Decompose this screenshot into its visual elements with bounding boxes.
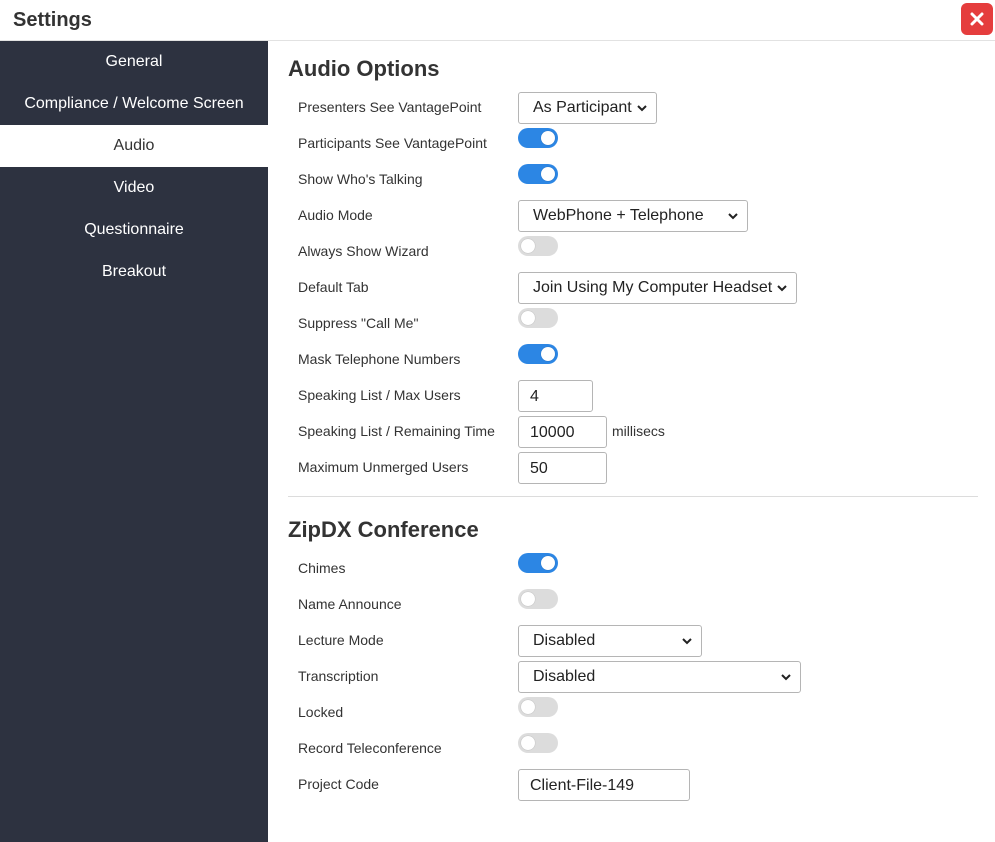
- field-label: Speaking List / Remaining Time: [298, 423, 495, 439]
- row-mask-telephone-numbers: Mask Telephone Numbers: [298, 344, 988, 376]
- row-speaking-list-max-users: Speaking List / Max Users 4: [298, 380, 988, 412]
- input-value: 4: [530, 388, 539, 405]
- field-label: Maximum Unmerged Users: [298, 459, 469, 475]
- sidebar-item-breakout[interactable]: Breakout: [0, 251, 268, 293]
- field-label: Chimes: [298, 560, 346, 576]
- speaking-list-max-users-input[interactable]: 4: [518, 380, 593, 412]
- sidebar-item-audio[interactable]: Audio: [0, 125, 268, 167]
- row-name-announce: Name Announce: [298, 589, 988, 621]
- maximum-unmerged-users-input[interactable]: 50: [518, 452, 607, 484]
- close-button[interactable]: [961, 3, 993, 35]
- locked-toggle[interactable]: [518, 697, 558, 717]
- row-record-teleconference: Record Teleconference: [298, 733, 988, 765]
- toggle-knob: [541, 167, 555, 181]
- show-whos-talking-toggle[interactable]: [518, 164, 558, 184]
- transcription-select[interactable]: Disabled: [518, 661, 801, 693]
- chimes-toggle[interactable]: [518, 553, 558, 573]
- input-value: 50: [530, 460, 548, 477]
- select-value: As Participant: [533, 99, 632, 116]
- project-code-input[interactable]: Client-File-149: [518, 769, 690, 801]
- row-lecture-mode: Lecture Mode Disabled: [298, 625, 988, 657]
- toggle-knob: [541, 556, 555, 570]
- field-label: Participants See VantagePoint: [298, 135, 487, 151]
- toggle-knob: [541, 347, 555, 361]
- row-presenters-see-vantagepoint: Presenters See VantagePoint As Participa…: [298, 92, 988, 124]
- suppress-call-me-toggle[interactable]: [518, 308, 558, 328]
- toggle-knob: [521, 592, 535, 606]
- toggle-knob: [521, 736, 535, 750]
- toggle-knob: [521, 239, 535, 253]
- speaking-list-remaining-time-input[interactable]: 10000: [518, 416, 607, 448]
- chevron-down-icon: [777, 285, 787, 292]
- row-speaking-list-remaining-time: Speaking List / Remaining Time 10000 mil…: [298, 416, 988, 448]
- record-teleconference-toggle[interactable]: [518, 733, 558, 753]
- toggle-knob: [521, 311, 535, 325]
- mask-telephone-numbers-toggle[interactable]: [518, 344, 558, 364]
- input-value: 10000: [530, 424, 575, 441]
- title-bar: Settings: [0, 0, 995, 41]
- field-label: Lecture Mode: [298, 632, 384, 648]
- sidebar-item-compliance[interactable]: Compliance / Welcome Screen: [0, 83, 268, 125]
- row-participants-see-vantagepoint: Participants See VantagePoint: [298, 128, 988, 160]
- toggle-knob: [521, 700, 535, 714]
- chevron-down-icon: [682, 638, 692, 645]
- sidebar-item-questionnaire[interactable]: Questionnaire: [0, 209, 268, 251]
- row-chimes: Chimes: [298, 553, 988, 585]
- toggle-knob: [541, 131, 555, 145]
- field-label: Transcription: [298, 668, 379, 684]
- chevron-down-icon: [728, 213, 738, 220]
- chevron-down-icon: [637, 105, 647, 112]
- always-show-wizard-toggle[interactable]: [518, 236, 558, 256]
- settings-panel: Audio Options Presenters See VantagePoin…: [268, 41, 995, 842]
- field-label: Audio Mode: [298, 207, 373, 223]
- section-title-zipdx-conference: ZipDX Conference: [288, 517, 479, 542]
- field-label: Show Who's Talking: [298, 171, 423, 187]
- row-project-code: Project Code Client-File-149: [298, 769, 988, 801]
- field-label: Mask Telephone Numbers: [298, 351, 461, 367]
- field-label: Speaking List / Max Users: [298, 387, 461, 403]
- field-label: Project Code: [298, 776, 379, 792]
- select-value: WebPhone + Telephone: [533, 207, 704, 224]
- audio-mode-select[interactable]: WebPhone + Telephone: [518, 200, 748, 232]
- field-label: Suppress "Call Me": [298, 315, 419, 331]
- field-label: Name Announce: [298, 596, 402, 612]
- select-value: Disabled: [533, 668, 596, 685]
- name-announce-toggle[interactable]: [518, 589, 558, 609]
- default-tab-select[interactable]: Join Using My Computer Headset: [518, 272, 797, 304]
- row-audio-mode: Audio Mode WebPhone + Telephone: [298, 200, 988, 232]
- chevron-down-icon: [781, 674, 791, 681]
- window-title: Settings: [13, 9, 92, 31]
- close-icon: [970, 12, 984, 26]
- row-default-tab: Default Tab Join Using My Computer Heads…: [298, 272, 988, 304]
- field-label: Always Show Wizard: [298, 243, 429, 259]
- section-divider: [288, 496, 978, 497]
- sidebar-item-general[interactable]: General: [0, 41, 268, 83]
- row-locked: Locked: [298, 697, 988, 729]
- field-label: Locked: [298, 704, 344, 720]
- row-always-show-wizard: Always Show Wizard: [298, 236, 988, 268]
- sidebar: General Compliance / Welcome Screen Audi…: [0, 41, 268, 842]
- row-suppress-call-me: Suppress "Call Me": [298, 308, 988, 340]
- select-value: Join Using My Computer Headset: [533, 279, 773, 296]
- unit-label: millisecs: [612, 423, 665, 439]
- field-label: Default Tab: [298, 279, 369, 295]
- field-label: Record Teleconference: [298, 740, 442, 756]
- row-transcription: Transcription Disabled: [298, 661, 988, 693]
- presenters-see-vantagepoint-select[interactable]: As Participant: [518, 92, 657, 124]
- row-show-whos-talking: Show Who's Talking: [298, 164, 988, 196]
- section-title-audio-options: Audio Options: [288, 56, 440, 81]
- sidebar-item-video[interactable]: Video: [0, 167, 268, 209]
- input-value: Client-File-149: [530, 777, 635, 794]
- select-value: Disabled: [533, 632, 596, 649]
- participants-see-vantagepoint-toggle[interactable]: [518, 128, 558, 148]
- lecture-mode-select[interactable]: Disabled: [518, 625, 702, 657]
- field-label: Presenters See VantagePoint: [298, 99, 482, 115]
- row-maximum-unmerged-users: Maximum Unmerged Users 50: [298, 452, 988, 484]
